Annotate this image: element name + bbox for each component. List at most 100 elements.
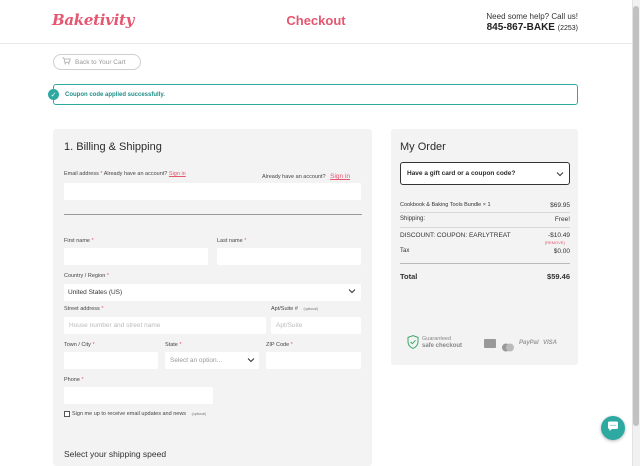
total-row: Total $59.46 [400, 272, 570, 281]
last-name-field[interactable] [217, 248, 361, 265]
state-select[interactable]: Select an option... [165, 352, 259, 369]
state-label-text: State [165, 342, 178, 348]
chat-button[interactable] [601, 416, 625, 440]
phone-extension: (2253) [557, 25, 578, 32]
shipping-label: Shipping: [400, 216, 426, 222]
newsletter-checkbox[interactable] [64, 411, 70, 417]
item-price: $69.95 [550, 202, 570, 209]
last-name-label: Last name * [217, 238, 246, 244]
back-to-cart-button[interactable]: Back to Your Cart [53, 54, 141, 70]
required-mark: * [100, 171, 103, 177]
discount-label: DISCOUNT: COUPON: EARLYTREAT [400, 232, 511, 239]
city-label-text: Town / City [64, 342, 91, 348]
discount-row: DISCOUNT: COUPON: EARLYTREAT -$10.49 [400, 232, 570, 239]
notice-text: Coupon code applied successfully. [65, 91, 165, 98]
gift-coupon-toggle[interactable]: Have a gift card or a coupon code? [400, 162, 570, 185]
country-value: United States (US) [68, 289, 123, 296]
check-circle-icon: ✓ [48, 89, 59, 100]
visa-logo: VISA [543, 340, 558, 346]
order-separator [400, 227, 570, 228]
sign-in-link-2[interactable]: Sign in [330, 173, 350, 180]
sign-in-link[interactable]: Sign in [169, 171, 186, 177]
order-item-row: Cookbook & Baking Tools Bundle × 1 $69.9… [400, 202, 570, 209]
amex-card-icon [484, 339, 496, 348]
coupon-success-notice: Coupon code applied successfully. [53, 84, 578, 105]
apt-placeholder: Apt/Suite [276, 322, 303, 329]
state-label: State * [165, 342, 182, 348]
safe-checkout-text: safe checkout [422, 343, 463, 349]
apt-optional: (optional) [303, 307, 319, 311]
back-to-cart-label: Back to Your Cart [75, 58, 126, 66]
apt-label: Apt/Suite # (optional) [271, 306, 318, 312]
first-name-label-text: First name [64, 238, 90, 244]
shipping-value: Free! [554, 216, 570, 223]
account-hint-text: Already have an account? [262, 174, 326, 180]
phone-label-text: Phone [64, 377, 80, 383]
zip-label: ZIP Code * [266, 342, 293, 348]
billing-heading: 1. Billing & Shipping [64, 141, 162, 153]
shield-check-icon [407, 335, 419, 354]
required-mark: * [106, 273, 109, 279]
apt-label-text: Apt/Suite # [271, 306, 298, 312]
newsletter-label: Sign me up to receive email updates and … [72, 411, 206, 417]
apt-suite-field[interactable]: Apt/Suite [271, 317, 361, 334]
required-mark: * [290, 342, 293, 348]
shipping-row: Shipping: Free! [400, 216, 570, 223]
email-label-text: Email address [64, 171, 99, 177]
order-separator [400, 263, 570, 264]
tax-row: Tax $0.00 [400, 248, 570, 255]
phone-number[interactable]: 845-867-BAKE (2253) [487, 22, 578, 33]
newsletter-label-text: Sign me up to receive email updates and … [72, 411, 187, 417]
required-mark: * [244, 238, 247, 244]
total-label: Total [400, 272, 418, 281]
order-separator [400, 212, 570, 213]
phone-label: Phone * [64, 377, 84, 383]
city-label: Town / City * [64, 342, 95, 348]
gift-coupon-label: Have a gift card or a coupon code? [407, 170, 516, 177]
street-label-text: Street address [64, 306, 100, 312]
chat-bubble-icon [607, 419, 619, 437]
section-divider [64, 214, 362, 215]
zip-label-text: ZIP Code [266, 342, 290, 348]
state-placeholder: Select an option... [170, 357, 223, 364]
newsletter-optional: (optional) [191, 412, 207, 416]
tax-label: Tax [400, 248, 410, 254]
country-label-text: Country / Region [64, 273, 106, 279]
country-select[interactable]: United States (US) [64, 284, 361, 301]
phone-field[interactable] [64, 387, 213, 404]
zip-code-field[interactable] [266, 352, 361, 369]
tax-value: $0.00 [553, 248, 570, 255]
help-text: Need some help? Call us! [486, 12, 578, 21]
chevron-down-icon [556, 171, 564, 179]
cart-icon [62, 57, 71, 67]
order-heading: My Order [400, 141, 446, 153]
required-mark: * [92, 342, 95, 348]
remove-coupon-link[interactable]: [REMOVE] [545, 240, 565, 245]
total-value: $59.46 [547, 272, 570, 281]
email-account-hint: Already have an account? [103, 171, 168, 177]
mastercard-icon [501, 339, 515, 352]
scrollbar-thumb[interactable] [633, 6, 639, 426]
required-mark: * [101, 306, 104, 312]
required-mark: * [179, 342, 182, 348]
street-label: Street address * [64, 306, 103, 312]
email-label: Email address * Already have an account?… [64, 171, 186, 177]
street-placeholder: House number and street name [69, 322, 161, 329]
item-name: Cookbook & Baking Tools Bundle × 1 [400, 202, 491, 208]
last-name-label-text: Last name [217, 238, 243, 244]
chevron-down-icon [348, 288, 356, 296]
street-address-field[interactable]: House number and street name [64, 317, 266, 334]
city-field[interactable] [64, 352, 158, 369]
country-label: Country / Region * [64, 273, 109, 279]
email-field[interactable] [64, 183, 361, 200]
phone-number-text: 845-867-BAKE [486, 22, 555, 33]
chevron-down-icon [247, 357, 255, 365]
first-name-field[interactable] [64, 248, 208, 265]
required-mark: * [81, 377, 84, 383]
site-header: Baketivity Checkout Need some help? Call… [0, 0, 632, 44]
required-mark: * [91, 238, 94, 244]
guaranteed-text: Guaranteed [422, 336, 452, 342]
first-name-label: First name * [64, 238, 94, 244]
discount-value: -$10.49 [547, 232, 570, 239]
paypal-logo: PayPal [519, 340, 539, 346]
